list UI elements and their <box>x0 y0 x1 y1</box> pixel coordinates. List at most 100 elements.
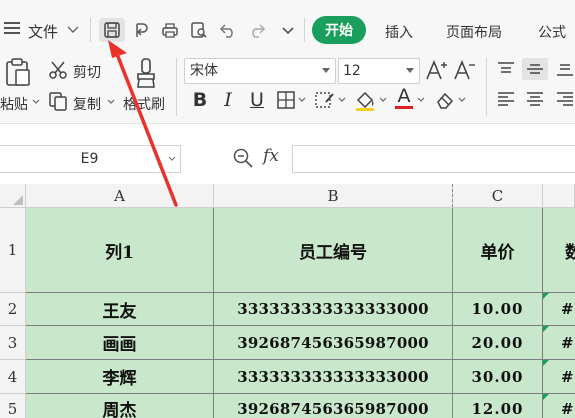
formula-input[interactable] <box>292 145 575 173</box>
cut-button[interactable]: 剪切 <box>73 62 101 82</box>
font-size-select[interactable]: 12 <box>338 58 420 84</box>
align-left-icon[interactable] <box>495 90 517 108</box>
chevron-down-icon <box>322 68 330 73</box>
cell-b2[interactable]: 333333333333333000 <box>214 293 453 326</box>
cell-a1[interactable]: 列1 <box>26 208 214 293</box>
align-top-icon[interactable] <box>495 60 517 78</box>
increase-font-size-icon[interactable] <box>425 58 449 82</box>
column-header-a[interactable]: A <box>26 184 214 208</box>
paste-button[interactable]: 粘贴 <box>0 94 28 114</box>
cell-d2[interactable]: #N <box>543 293 575 326</box>
font-size-value: 12 <box>343 63 361 79</box>
copy-icon <box>48 91 68 111</box>
cell-c3[interactable]: 20.00 <box>453 326 543 360</box>
cell-style-dropdown-icon[interactable] <box>338 97 346 103</box>
row-header-5[interactable]: 5 <box>0 394 26 418</box>
export-button[interactable] <box>129 18 155 42</box>
fill-color-dropdown-icon[interactable] <box>379 97 387 103</box>
cell-d4[interactable]: #N <box>543 360 575 394</box>
clear-format-icon[interactable] <box>434 90 456 110</box>
cell-c4[interactable]: 30.00 <box>453 360 543 394</box>
file-menu[interactable]: 文件 <box>28 21 58 42</box>
copy-button[interactable]: 复制 <box>73 94 101 114</box>
name-box-value: E9 <box>80 151 99 167</box>
cell-a4[interactable]: 李辉 <box>26 360 214 394</box>
top-toolbar: 文件 开始 插入 页面布局 公式 <box>0 0 575 48</box>
undo-icon <box>219 24 233 38</box>
underline-button[interactable]: U <box>246 88 268 112</box>
corner-triangle-icon <box>13 195 23 205</box>
column-header-b[interactable]: B <box>214 184 453 208</box>
align-bottom-icon[interactable] <box>554 60 575 78</box>
row-header-3[interactable]: 3 <box>0 326 26 360</box>
insert-function-fx[interactable]: fx <box>263 146 279 166</box>
font-color-button[interactable]: A <box>394 85 414 109</box>
cell-d5[interactable]: #N <box>543 394 575 418</box>
cell-c1[interactable]: 单价 <box>453 208 543 293</box>
save-icon <box>104 22 120 38</box>
cell-a2[interactable]: 王友 <box>26 293 214 326</box>
cell-c5[interactable]: 12.00 <box>453 394 543 418</box>
undo-button[interactable] <box>215 18 241 42</box>
print-preview-button[interactable] <box>186 18 212 42</box>
font-color-letter: A <box>397 84 411 107</box>
column-header-d[interactable] <box>543 184 575 208</box>
cell-d1[interactable]: 数 <box>543 208 575 293</box>
decrease-font-size-icon[interactable] <box>453 58 477 82</box>
borders-icon[interactable] <box>275 90 297 110</box>
error-indicator-icon <box>543 326 549 332</box>
row-header-4[interactable]: 4 <box>0 360 26 394</box>
italic-button[interactable]: I <box>218 88 238 112</box>
format-painter-icon[interactable] <box>133 56 159 90</box>
cell-a3[interactable]: 画画 <box>26 326 214 360</box>
cell-d4-value: #N <box>561 367 575 386</box>
export-icon <box>136 23 148 37</box>
hamburger-menu-icon[interactable] <box>4 22 20 34</box>
cell-a5[interactable]: 周杰 <box>26 394 214 418</box>
cell-d3[interactable]: #N <box>543 326 575 360</box>
cell-d5-value: #N <box>561 399 575 418</box>
divider <box>176 58 177 116</box>
tab-insert[interactable]: 插入 <box>385 22 413 42</box>
cell-c2[interactable]: 10.00 <box>453 293 543 326</box>
clear-format-dropdown-icon[interactable] <box>458 97 466 103</box>
row-header-1[interactable]: 1 <box>0 208 26 293</box>
tab-page-layout[interactable]: 页面布局 <box>446 22 502 42</box>
zoom-formula-icon[interactable] <box>232 147 254 169</box>
copy-dropdown-icon[interactable] <box>107 99 115 105</box>
format-painter-button[interactable]: 格式刷 <box>123 94 165 114</box>
align-right-icon[interactable] <box>554 90 575 108</box>
chevron-down-icon[interactable] <box>168 156 176 162</box>
cell-d3-value: #N <box>561 333 575 352</box>
tab-home[interactable]: 开始 <box>312 16 366 44</box>
print-preview-icon <box>191 22 207 38</box>
paste-icon[interactable] <box>4 56 32 88</box>
font-color-dropdown-icon[interactable] <box>417 97 425 103</box>
row-header-2[interactable]: 2 <box>0 293 26 326</box>
fill-color-icon[interactable] <box>353 88 377 112</box>
print-icon <box>162 23 178 38</box>
select-all-corner[interactable] <box>0 184 26 208</box>
cell-b3[interactable]: 392687456365987000 <box>214 326 453 360</box>
cell-d2-value: #N <box>561 300 575 318</box>
chevron-down-icon <box>406 68 414 73</box>
bold-button[interactable]: B <box>189 88 211 112</box>
align-middle-icon[interactable] <box>522 58 548 80</box>
cell-style-icon[interactable] <box>314 90 336 110</box>
quick-access-more-button[interactable] <box>275 18 301 42</box>
column-header-c[interactable]: C <box>453 184 543 208</box>
chevron-down-icon[interactable] <box>66 22 80 36</box>
align-center-icon[interactable] <box>524 90 546 108</box>
cell-b4[interactable]: 333333333333333000 <box>214 360 453 394</box>
scissors-icon <box>48 60 68 80</box>
print-button[interactable] <box>157 18 183 42</box>
font-name-select[interactable]: 宋体 <box>184 58 336 84</box>
paste-dropdown-icon[interactable] <box>32 99 40 105</box>
borders-dropdown-icon[interactable] <box>298 97 306 103</box>
cell-b5[interactable]: 392687456365987000 <box>214 394 453 418</box>
save-button[interactable] <box>99 18 125 42</box>
cell-b1[interactable]: 员工编号 <box>214 208 453 293</box>
redo-button[interactable] <box>244 18 270 42</box>
name-box[interactable]: E9 <box>0 145 181 173</box>
tab-formulas[interactable]: 公式 <box>538 22 566 42</box>
